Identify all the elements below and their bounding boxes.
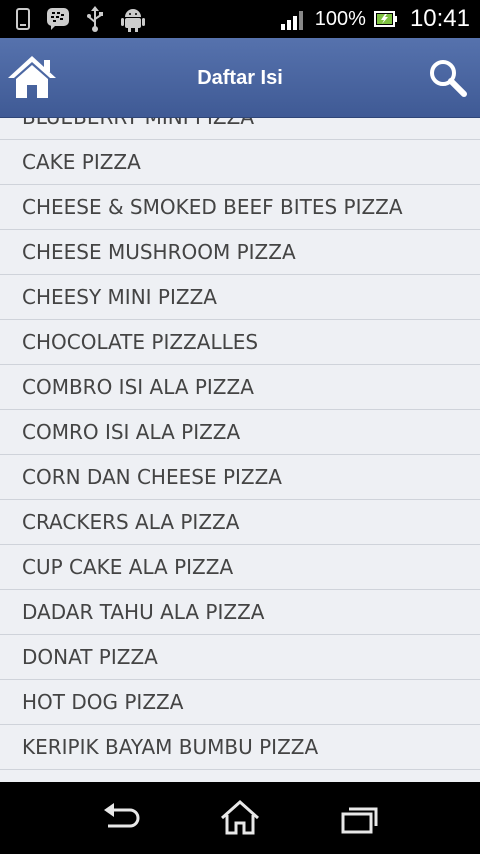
search-icon [430, 60, 467, 97]
list-item[interactable]: CHEESE MUSHROOM PIZZA [0, 230, 480, 275]
list-item[interactable]: DONAT PIZZA [0, 635, 480, 680]
list-item[interactable]: KERIPIK BAYAM BUMBU PIZZA [0, 725, 480, 770]
recent-apps-button[interactable] [338, 798, 382, 838]
list-item[interactable]: BLUEBERRY MINI PIZZA [0, 118, 480, 140]
status-bar: 100% 10:41 [0, 0, 480, 38]
list-item[interactable]: HOT DOG PIZZA [0, 680, 480, 725]
back-button[interactable] [98, 798, 142, 838]
battery-percent: 100% [314, 7, 366, 30]
usb-icon [87, 6, 103, 32]
list-item[interactable]: CHOCOLATE PIZZALLES [0, 320, 480, 365]
recent-apps-icon [341, 807, 378, 834]
list-item[interactable]: CORN DAN CHEESE PIZZA [0, 455, 480, 500]
bbm-icon [47, 8, 69, 30]
list-item[interactable]: COMBRO ISI ALA PIZZA [0, 365, 480, 410]
list-item[interactable]: CHEESY MINI PIZZA [0, 275, 480, 320]
notification-icons [16, 6, 146, 32]
android-debug-icon [121, 9, 145, 32]
home-nav-button[interactable] [218, 798, 262, 838]
recipe-list[interactable]: BLUEBERRY MINI PIZZA CAKE PIZZA CHEESE &… [0, 118, 480, 782]
search-button[interactable] [428, 58, 468, 98]
home-nav-icon [221, 799, 259, 835]
system-status: 100% 10:41 [280, 0, 470, 38]
back-icon [104, 803, 140, 828]
list-item[interactable]: COMRO ISI ALA PIZZA [0, 410, 480, 455]
list-item[interactable]: KWETIAU ALA PIZZA [0, 770, 480, 782]
clock: 10:41 [409, 5, 470, 32]
list-item[interactable]: DADAR TAHU ALA PIZZA [0, 590, 480, 635]
battery-charging-icon [373, 11, 397, 27]
list-item[interactable]: CAKE PIZZA [0, 140, 480, 185]
phone-icon [16, 8, 30, 30]
navigation-bar [0, 782, 480, 854]
recipe-list-inner: BLUEBERRY MINI PIZZA CAKE PIZZA CHEESE &… [0, 118, 480, 782]
page-title: Daftar Isi [197, 67, 283, 89]
list-item[interactable]: CRACKERS ALA PIZZA [0, 500, 480, 545]
list-item[interactable]: CUP CAKE ALA PIZZA [0, 545, 480, 590]
signal-icon [280, 11, 303, 30]
list-item[interactable]: CHEESE & SMOKED BEEF BITES PIZZA [0, 185, 480, 230]
app-bar: Daftar Isi [0, 38, 480, 118]
